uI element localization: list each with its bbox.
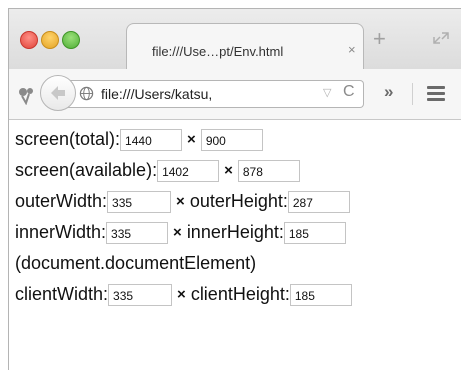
screen-total-row: screen(total): 1440 × 900 — [15, 124, 352, 155]
fullscreen-icon[interactable] — [432, 31, 454, 47]
inner-height-label: innerHeight: — [186, 222, 284, 242]
inner-size-row: innerWidth: 335 × innerHeight: 185 — [15, 217, 352, 248]
history-dropdown-icon[interactable]: ▽ — [323, 86, 331, 99]
client-height-field[interactable]: 185 — [289, 283, 352, 306]
screen-available-width-field[interactable]: 1402 — [157, 159, 220, 182]
inner-width-field[interactable]: 335 — [106, 221, 169, 244]
menu-icon[interactable] — [427, 86, 447, 101]
screen-total-width-field[interactable]: 1440 — [120, 128, 183, 151]
close-window-button[interactable] — [20, 31, 38, 49]
inner-width-label: innerWidth: — [15, 222, 107, 242]
client-width-label: clientWidth: — [15, 284, 109, 304]
tab-strip: file:///Use…pt/Env.html × + — [9, 9, 461, 70]
overflow-chevron-icon[interactable]: » — [384, 82, 393, 102]
client-height-label: clientHeight: — [190, 284, 290, 304]
url-bar[interactable]: file:///Users/katsu, ▽ C — [65, 80, 364, 108]
tab-title: file:///Use…pt/Env.html — [152, 44, 284, 59]
outer-width-field[interactable]: 335 — [107, 190, 172, 213]
globe-icon — [79, 86, 94, 101]
minimize-window-button[interactable] — [41, 31, 59, 49]
outer-size-row: outerWidth: 335 × outerHeight: 287 — [15, 186, 352, 217]
page-content: screen(total): 1440 × 900 screen(availab… — [15, 124, 352, 310]
tab-env-html[interactable]: file:///Use…pt/Env.html × — [126, 23, 364, 70]
inner-height-field[interactable]: 185 — [283, 221, 346, 244]
tab-close-icon[interactable]: × — [348, 42, 356, 57]
toolbar-divider — [412, 83, 413, 105]
back-arrow-icon — [51, 86, 65, 100]
times-sign: × — [224, 162, 233, 179]
zoom-window-button[interactable] — [62, 31, 80, 49]
screen-available-height-field[interactable]: 878 — [237, 159, 300, 182]
navigation-toolbar: file:///Users/katsu, ▽ C » — [9, 69, 461, 120]
times-sign: × — [173, 224, 182, 241]
screen-available-row: screen(available): 1402 × 878 — [15, 155, 352, 186]
outer-width-label: outerWidth: — [15, 191, 108, 211]
back-button[interactable] — [40, 75, 76, 111]
document-element-note: (document.documentElement) — [15, 248, 352, 279]
times-sign: × — [187, 131, 196, 148]
screen-available-label: screen(available): — [15, 160, 158, 180]
client-width-field[interactable]: 335 — [108, 283, 173, 306]
extension-icon[interactable] — [16, 83, 38, 106]
times-sign: × — [176, 193, 185, 210]
document-element-label: (document.documentElement) — [15, 253, 257, 273]
times-sign: × — [177, 286, 186, 303]
screen-total-height-field[interactable]: 900 — [200, 128, 263, 151]
new-tab-button[interactable]: + — [373, 28, 386, 50]
url-text[interactable]: file:///Users/katsu, — [101, 86, 212, 102]
reload-icon[interactable]: C — [343, 83, 355, 101]
outer-height-label: outerHeight: — [189, 191, 288, 211]
client-size-row: clientWidth: 335 × clientHeight: 185 — [15, 279, 352, 310]
screen-total-label: screen(total): — [15, 129, 121, 149]
outer-height-field[interactable]: 287 — [287, 190, 350, 213]
